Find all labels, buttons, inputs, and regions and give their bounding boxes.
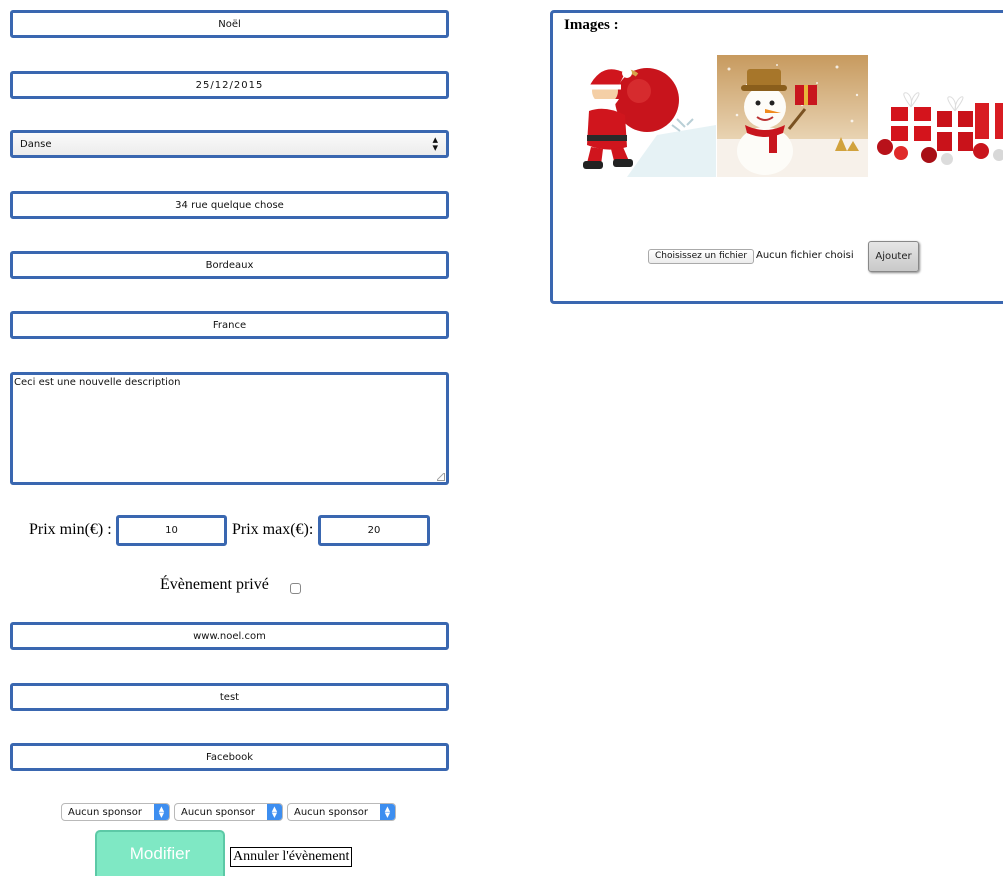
cancel-event-label: Annuler l'évènement <box>233 849 350 864</box>
price-max-input[interactable]: 20 <box>318 515 430 546</box>
event-name-field[interactable]: Noël <box>10 10 449 38</box>
price-min-value: 10 <box>165 525 178 536</box>
event-date-field[interactable]: 25/12/2015 <box>10 71 449 99</box>
sponsor-select-1[interactable]: Aucun sponsor ▲ ▼ <box>61 803 170 821</box>
sponsor-select-3-value: Aucun sponsor <box>294 806 368 818</box>
select-stepper-icon: ▲ ▼ <box>154 804 169 820</box>
sponsor-select-1-value: Aucun sponsor <box>68 806 142 818</box>
country-value: France <box>212 319 247 331</box>
price-min-label: Prix min(€) : <box>29 521 112 538</box>
modify-button-label: Modifier <box>129 844 191 863</box>
add-image-button[interactable]: Ajouter <box>868 241 919 272</box>
private-event-checkbox[interactable] <box>290 583 301 594</box>
santa-claus-image <box>567 55 716 177</box>
price-min-input[interactable]: 10 <box>116 515 227 546</box>
private-event-label: Évènement privé <box>160 576 269 593</box>
modify-button[interactable]: Modifier <box>95 830 225 876</box>
extra-field[interactable]: test <box>10 683 449 711</box>
images-panel: Images : Choisissez un fichier Aucun fic… <box>550 10 1003 304</box>
city-value: Bordeaux <box>205 259 254 271</box>
category-value: Danse <box>20 138 52 150</box>
description-value: Ceci est une nouvelle description <box>14 377 181 388</box>
add-image-label: Ajouter <box>875 251 912 262</box>
country-field[interactable]: France <box>10 311 449 339</box>
resize-handle-icon[interactable] <box>437 473 445 481</box>
file-status-text: Aucun fichier choisi <box>756 250 854 261</box>
select-stepper-icon: ▲ ▼ <box>380 804 395 820</box>
event-date-value: 25/12/2015 <box>195 79 264 91</box>
address-value: 34 rue quelque chose <box>175 199 284 211</box>
sponsor-select-2[interactable]: Aucun sponsor ▲ ▼ <box>174 803 283 821</box>
cancel-event-button[interactable]: Annuler l'évènement <box>230 847 353 867</box>
images-title: Images : <box>564 17 619 33</box>
social-field[interactable]: Facebook <box>10 743 449 771</box>
extra-value: test <box>219 691 240 703</box>
snowman-image <box>717 55 868 177</box>
website-field[interactable]: www.noel.com <box>10 622 449 650</box>
sponsor-select-3[interactable]: Aucun sponsor ▲ ▼ <box>287 803 396 821</box>
price-max-value: 20 <box>367 525 381 536</box>
sponsor-select-2-value: Aucun sponsor <box>181 806 255 818</box>
select-stepper-icon: ▲ ▼ <box>267 804 282 820</box>
gift-boxes-image <box>871 55 1003 177</box>
address-field[interactable]: 34 rue quelque chose <box>10 191 449 219</box>
select-arrows-icon: ▴ ▾ <box>432 133 438 154</box>
category-select[interactable]: Danse ▴ ▾ <box>10 130 449 158</box>
website-value: www.noel.com <box>193 630 266 642</box>
choose-file-label: Choisissez un fichier <box>655 251 748 261</box>
city-field[interactable]: Bordeaux <box>10 251 449 279</box>
event-name-value: Noël <box>218 18 241 30</box>
price-max-label: Prix max(€): <box>232 521 314 538</box>
description-textarea[interactable]: Ceci est une nouvelle description <box>10 372 449 485</box>
choose-file-button[interactable]: Choisissez un fichier <box>648 249 755 264</box>
social-value: Facebook <box>206 751 253 763</box>
